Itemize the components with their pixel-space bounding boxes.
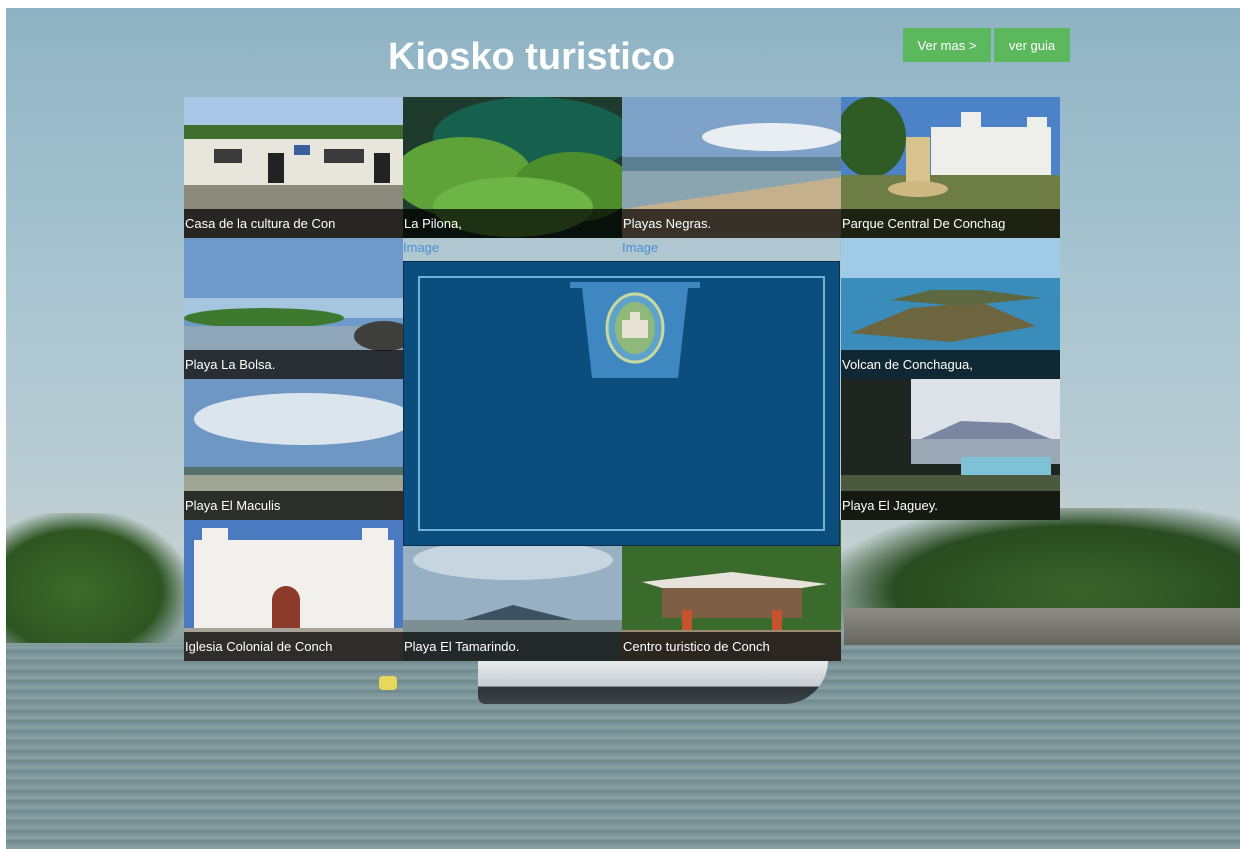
tile-caption: Playa El Tamarindo.	[403, 632, 622, 661]
tile-playas-negras[interactable]: Playas Negras.	[622, 97, 841, 238]
tile-caption: Playa La Bolsa.	[184, 350, 403, 379]
background-buoy	[379, 676, 397, 690]
tile-playa-el-maculis[interactable]: Playa El Maculis	[184, 379, 403, 520]
center-display-panel	[403, 261, 840, 546]
ver-guia-button[interactable]: ver guia	[994, 28, 1070, 62]
tile-caption: Playa El Maculis	[184, 491, 403, 520]
tile-casa-cultura[interactable]: Casa de la cultura de Con	[184, 97, 403, 238]
tile-caption: Parque Central De Conchag	[841, 209, 1060, 238]
image-link-1[interactable]: Image	[403, 240, 439, 255]
background-trees-left	[6, 513, 186, 643]
tile-caption: Playa El Jaguey.	[841, 491, 1060, 520]
image-link-2[interactable]: Image	[622, 240, 658, 255]
tile-playa-la-bolsa[interactable]: Playa La Bolsa.	[184, 238, 403, 379]
shield-emblem-icon	[570, 282, 700, 378]
tile-caption: Centro turistico de Conch	[622, 632, 841, 661]
tile-iglesia-colonial[interactable]: Iglesia Colonial de Conch	[184, 520, 403, 661]
tile-caption: La Pilona,	[403, 209, 622, 238]
tile-la-pilona[interactable]: La Pilona,	[403, 97, 622, 238]
tile-caption: Iglesia Colonial de Conch	[184, 632, 403, 661]
center-panel-frame	[418, 276, 825, 531]
tile-parque-central[interactable]: Parque Central De Conchag	[841, 97, 1060, 238]
tile-caption: Volcan de Conchagua,	[841, 350, 1060, 379]
tile-volcan-conchagua[interactable]: Volcan de Conchagua,	[841, 238, 1060, 379]
tile-caption: Casa de la cultura de Con	[184, 209, 403, 238]
ver-mas-button[interactable]: Ver mas >	[903, 28, 991, 62]
background-boat	[478, 660, 828, 704]
tile-playa-el-jaguey[interactable]: Playa El Jaguey.	[841, 379, 1060, 520]
tile-caption: Playas Negras.	[622, 209, 841, 238]
page-title: Kiosko turistico	[388, 36, 676, 78]
